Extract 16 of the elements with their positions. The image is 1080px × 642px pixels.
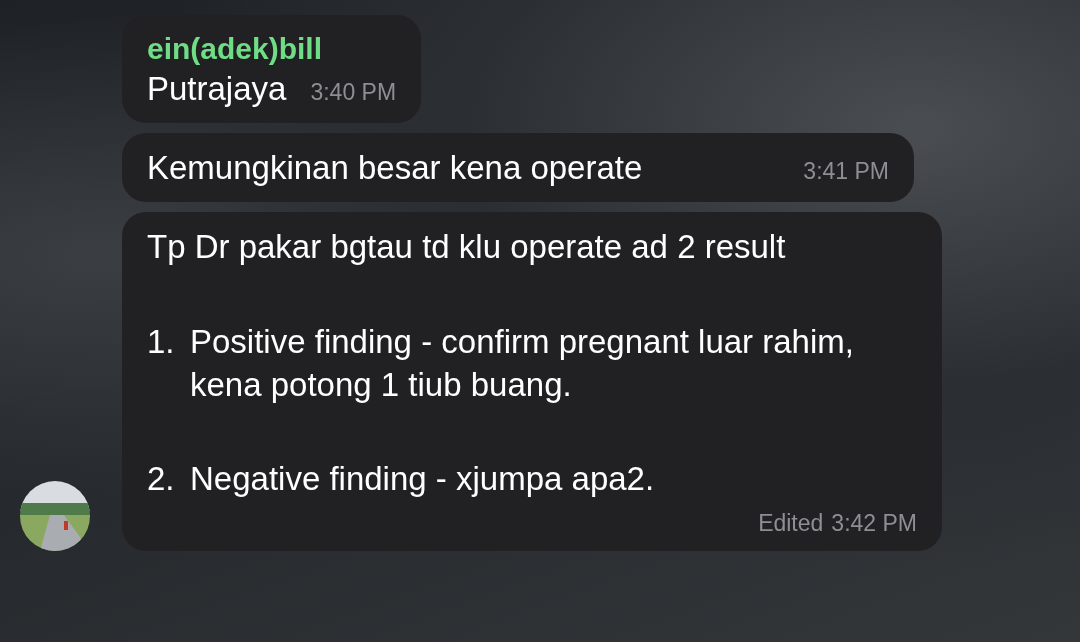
message-time: 3:40 PM	[310, 79, 397, 105]
message-time: 3:41 PM	[803, 157, 889, 184]
list-item-text: Positive finding - confirm pregnant luar rahim, kena potong 1 tiub buang.	[190, 321, 855, 405]
list-number: 2.	[147, 459, 176, 500]
message-bubble[interactable]: ein(adek)bill Putrajaya 3:40 PM	[122, 15, 422, 123]
edited-label: Edited	[758, 509, 824, 539]
message-bubble[interactable]: Kemungkinan besar kena operate 3:41 PM	[122, 132, 914, 202]
message-text: Putrajaya	[147, 70, 287, 107]
message-text: Kemungkinan besar kena operate	[147, 148, 643, 186]
list-item-text: Negative finding - xjumpa apa2.	[190, 459, 655, 500]
avatar-photo-placeholder[interactable]	[20, 481, 90, 552]
sender-name[interactable]: ein(adek)bill	[147, 32, 323, 65]
list-number: 1.	[147, 321, 176, 362]
message-time: 3:42 PM	[831, 509, 917, 539]
message-text: Tp Dr pakar bgtau td klu operate ad 2 result	[147, 227, 786, 265]
message-bubble[interactable]: Tp Dr pakar bgtau td klu operate ad 2 result 1. Positive finding - confirm pregnant luar rahim, kena potong 1 tiub buang. 2. Negative finding - xjumpa apa2. Edited 3:42 PM	[122, 211, 942, 552]
